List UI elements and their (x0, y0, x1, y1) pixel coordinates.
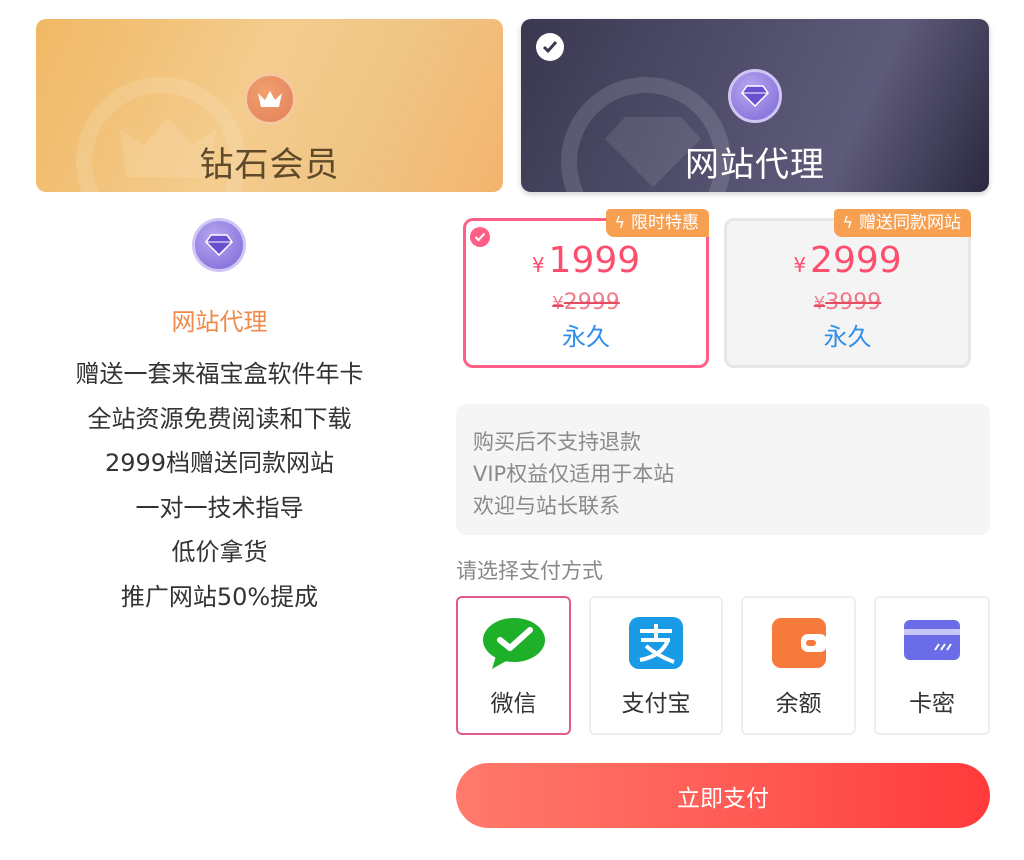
tier-card-diamond-member[interactable]: 钻石会员 (36, 19, 503, 192)
price-option-1999[interactable]: ϟ 限时特惠 ¥1999 ¥2999 永久 (463, 209, 709, 368)
benefit-item: 2999档赠送同款网站 (104, 449, 335, 478)
purchase-notice: 购买后不支持退款 VIP权益仅适用于本站 欢迎与站长联系 (456, 404, 990, 535)
price-option-2999[interactable]: ϟ 赠送同款网站 ¥2999 ¥3999 永久 (724, 209, 971, 368)
original-price: ¥3999 (813, 290, 882, 315)
pay-method-label: 卡密 (909, 691, 955, 717)
price-amount: ¥2999 (793, 240, 902, 281)
pay-method-label: 支付宝 (621, 691, 691, 717)
wechat-icon (482, 618, 545, 669)
benefit-item: 低价拿货 (171, 538, 268, 567)
tier-title: 网站代理 (685, 145, 825, 185)
original-price: ¥2999 (552, 290, 620, 315)
tier-card-website-agent[interactable]: 网站代理 (521, 19, 989, 192)
pay-method-alipay[interactable]: 支付宝 (589, 596, 723, 735)
price-badge: ϟ 赠送同款网站 (834, 209, 971, 237)
selected-check-icon (470, 227, 490, 247)
lightning-icon: ϟ (842, 213, 853, 232)
lightning-icon: ϟ (614, 213, 625, 232)
tier-title: 钻石会员 (199, 145, 340, 185)
benefit-item: 全站资源免费阅读和下载 (87, 404, 352, 433)
notice-line: VIP权益仅适用于本站 (473, 462, 675, 486)
notice-line: 欢迎与站长联系 (473, 494, 620, 518)
diamond-icon (728, 69, 782, 123)
plan-name: 网站代理 (171, 308, 268, 336)
pay-method-label: 余额 (775, 691, 822, 717)
benefits-list: 赠送一套来福宝盒软件年卡 全站资源免费阅读和下载 2999档赠送同款网站 一对一… (36, 357, 403, 625)
price-term: 永久 (562, 323, 610, 351)
selected-check-icon (536, 33, 564, 61)
diamond-icon (192, 218, 246, 272)
pay-now-button[interactable]: 立即支付 (456, 763, 990, 828)
pay-method-balance[interactable]: 余额 (741, 596, 856, 735)
price-term: 永久 (823, 323, 872, 351)
crown-icon (243, 73, 296, 125)
notice-line: 购买后不支持退款 (473, 430, 641, 454)
price-badge: ϟ 限时特惠 (606, 209, 709, 237)
price-amount: ¥1999 (531, 240, 641, 281)
payment-method-label: 请选择支付方式 (456, 559, 603, 583)
pay-method-label: 微信 (490, 691, 537, 717)
benefit-item: 赠送一套来福宝盒软件年卡 (75, 360, 364, 388)
benefit-item: 一对一技术指导 (135, 493, 304, 522)
benefit-item: 推广网站50%提成 (120, 582, 319, 611)
pay-method-card[interactable]: 卡密 (874, 596, 990, 735)
alipay-icon (629, 617, 683, 669)
wallet-icon (771, 618, 827, 668)
pay-method-wechat[interactable]: 微信 (456, 596, 571, 735)
card-icon (904, 620, 960, 660)
